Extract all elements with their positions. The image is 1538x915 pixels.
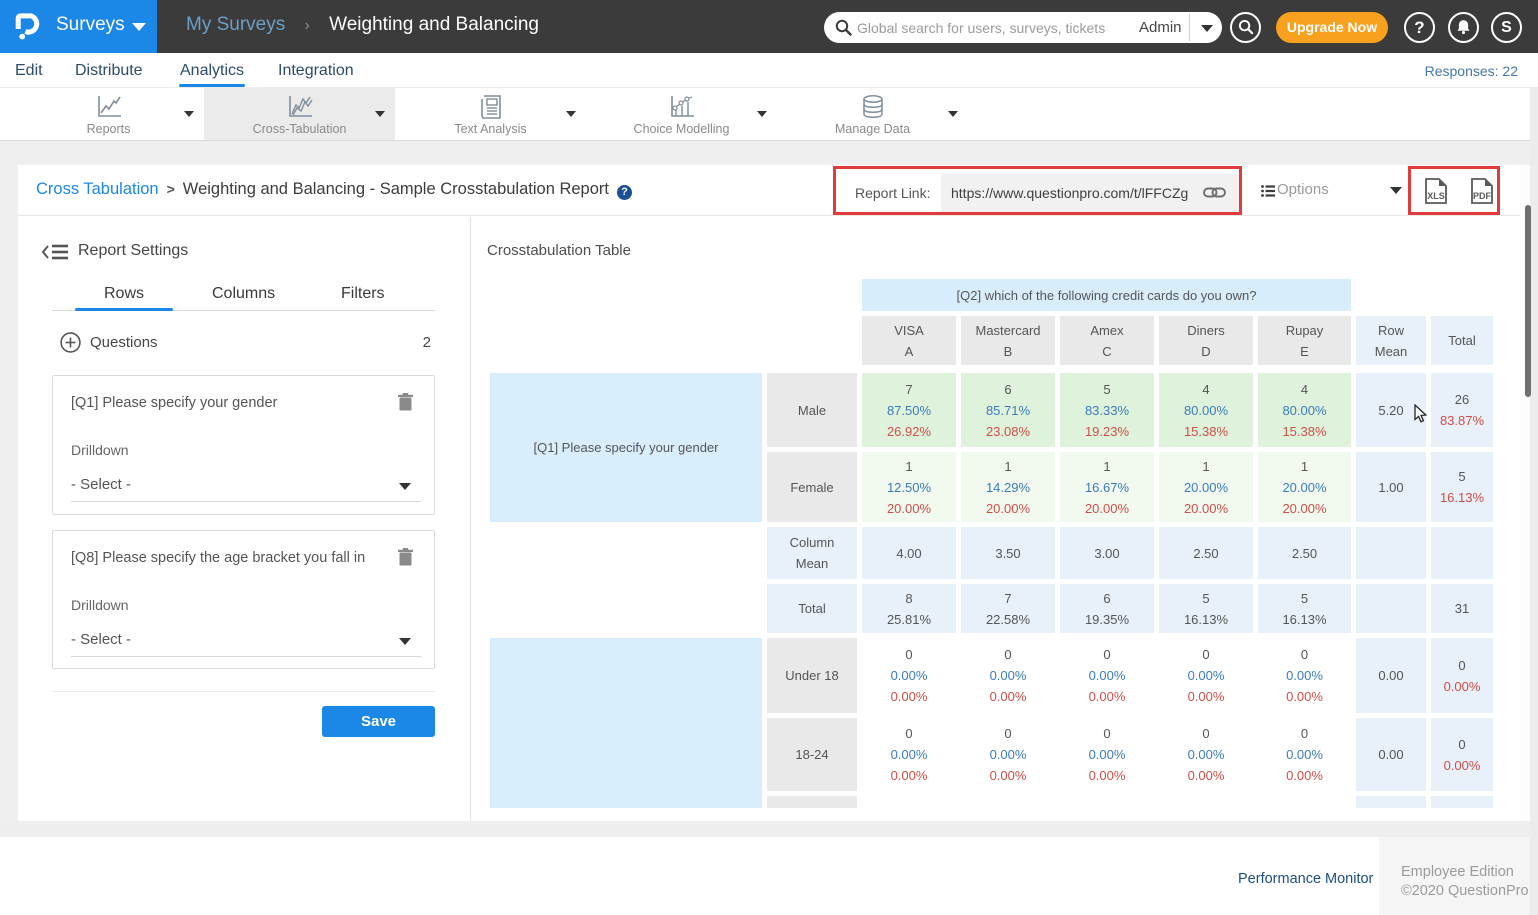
svg-text:XLS: XLS xyxy=(1427,191,1445,201)
svg-text:PDF: PDF xyxy=(1473,191,1492,201)
